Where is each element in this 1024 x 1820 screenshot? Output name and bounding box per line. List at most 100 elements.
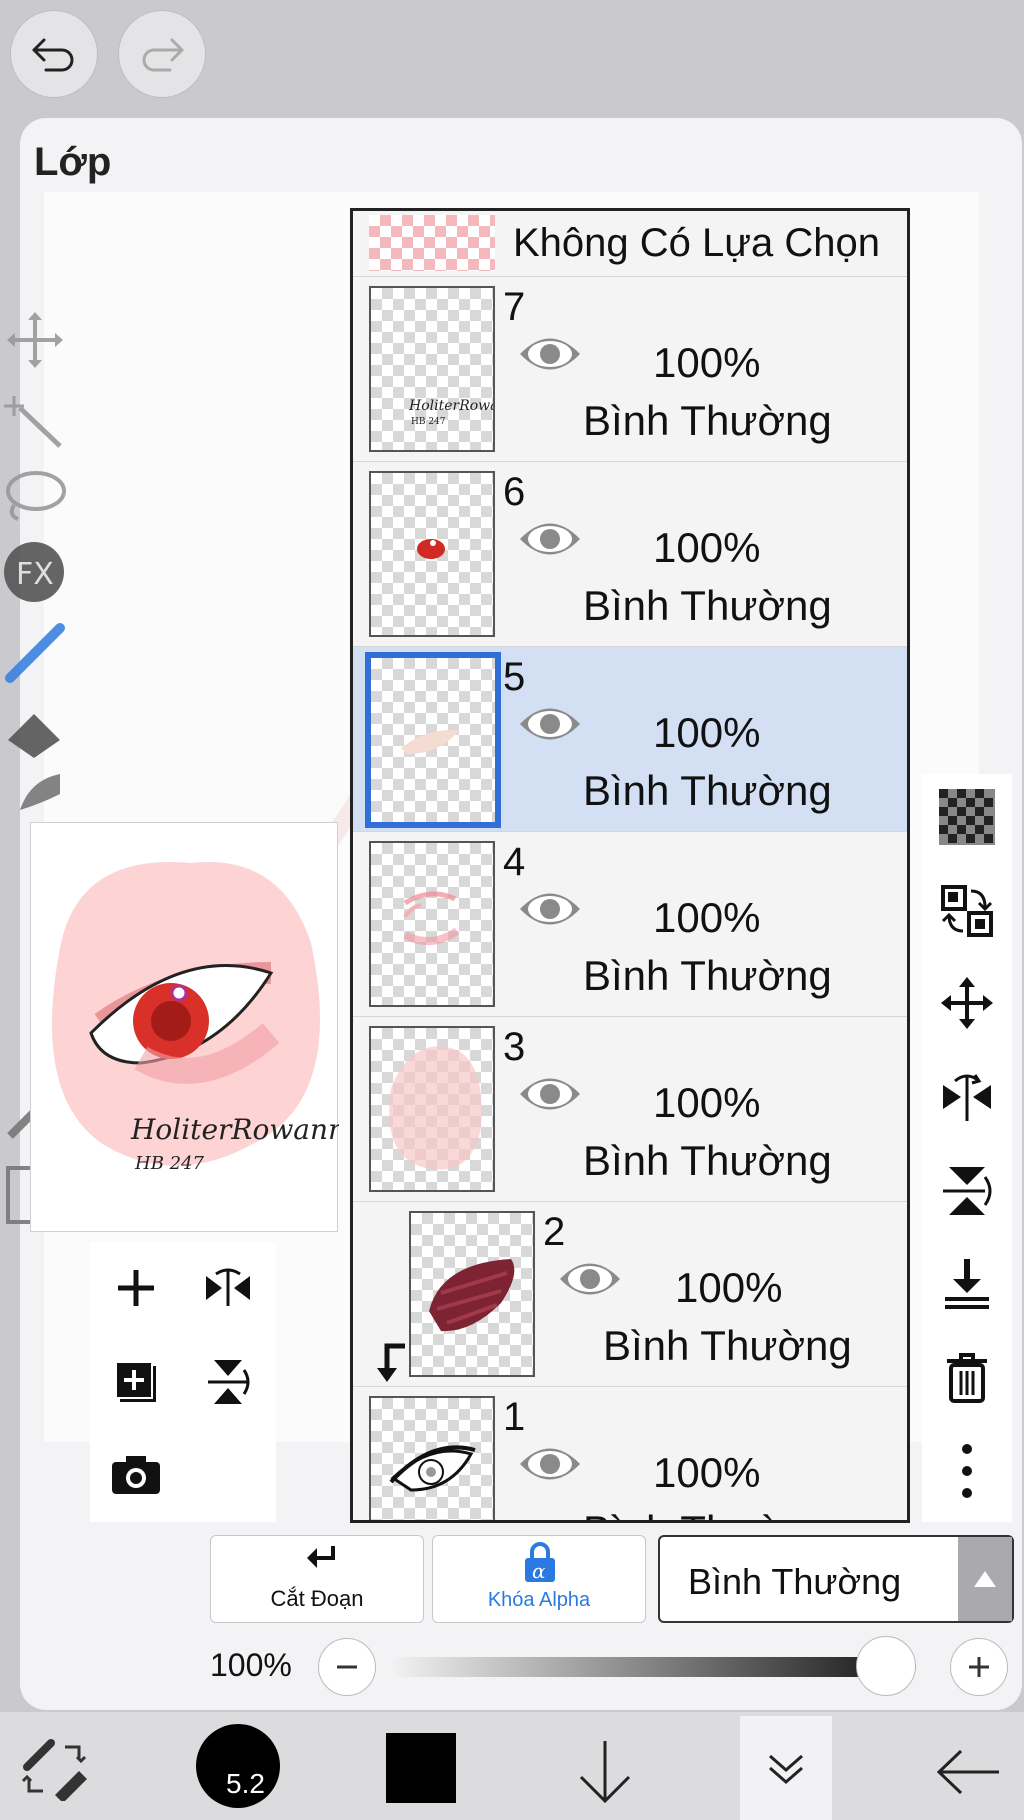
delete-layer-button[interactable] [934, 1344, 1000, 1410]
visibility-toggle[interactable] [517, 331, 583, 382]
lasso-icon[interactable] [0, 465, 70, 525]
brush-tool-icon[interactable] [0, 620, 70, 684]
clipping-label: Cắt Đoạn [270, 1586, 364, 1611]
svg-text:HoliterRowann: HoliterRowann [408, 398, 493, 414]
flip-vertical-button[interactable] [196, 1350, 260, 1414]
alpha-lock-button[interactable]: α Khóa Alpha [432, 1535, 646, 1623]
layer-blend-mode: Bình Thường [583, 1507, 832, 1520]
redo-button[interactable] [118, 10, 206, 98]
more-vertical-icon [962, 1444, 972, 1498]
bottom-toolbar [0, 1712, 1024, 1820]
minus-icon [337, 1665, 357, 1669]
layer-row[interactable]: 3 100% Bình Thường [353, 1017, 907, 1202]
layer-blend-mode: Bình Thường [583, 397, 832, 444]
eye-icon [560, 1263, 620, 1295]
flip-vertical-icon [943, 1167, 992, 1215]
layer-thumbnail[interactable] [369, 471, 495, 637]
clipping-button[interactable]: Cắt Đoạn [210, 1535, 424, 1623]
flip-vertical-icon [208, 1360, 250, 1404]
layers-list[interactable]: Không Có Lựa Chọn HoliterRowann HB 247 7 10… [350, 208, 910, 1523]
eye-icon [520, 338, 580, 370]
layer-number: 7 [503, 285, 526, 329]
layer-down-button[interactable] [570, 1736, 640, 1808]
add-layer-button[interactable] [104, 1256, 168, 1320]
right-toolbar [922, 774, 1012, 1522]
eraser-tool-icon[interactable] [0, 700, 70, 760]
move-layer-button[interactable] [934, 970, 1000, 1036]
layer-blend-mode: Bình Thường [583, 952, 832, 999]
back-button[interactable] [930, 1740, 1006, 1804]
svg-text:HB 247: HB 247 [411, 417, 446, 427]
swap-layers-button[interactable] [934, 878, 1000, 944]
magic-wand-icon[interactable] [0, 390, 70, 450]
opacity-decrease-button[interactable] [318, 1638, 376, 1696]
layer-opacity: 100% [653, 339, 761, 386]
layer-row[interactable]: 1 100% Bình Thường [353, 1387, 907, 1520]
visibility-toggle[interactable] [517, 1441, 583, 1492]
layer-thumbnail[interactable]: HoliterRowann HB 247 [369, 286, 495, 452]
camera-icon [112, 1456, 160, 1494]
flip-horizontal-icon [943, 1074, 991, 1121]
layer-row[interactable]: 4 100% Bình Thường [353, 832, 907, 1017]
eye-icon [520, 1448, 580, 1480]
opacity-label: 100% [210, 1647, 292, 1683]
selection-thumbnail [369, 215, 495, 271]
import-photo-button[interactable] [104, 1442, 168, 1506]
canvas-preview[interactable]: HoliterRowann HB 247 [30, 822, 346, 1232]
visibility-toggle[interactable] [557, 1256, 623, 1307]
layer-opacity: 100% [653, 894, 761, 941]
layer-thumbnail[interactable] [369, 1026, 495, 1192]
checkerboard-icon [939, 789, 995, 845]
redo-icon [142, 38, 184, 72]
swap-icon [941, 885, 993, 937]
move-arrows-icon [941, 977, 993, 1029]
layer-thumbnail[interactable] [369, 1396, 495, 1520]
opacity-increase-button[interactable] [950, 1638, 1008, 1696]
layer-number: 4 [503, 840, 526, 884]
visibility-toggle[interactable] [517, 701, 583, 752]
move-tool-icon[interactable] [0, 310, 70, 370]
tool-switch-button[interactable] [18, 1734, 94, 1804]
layer-blend-mode: Bình Thường [603, 1322, 852, 1369]
blend-mode-select[interactable]: Bình Thường [658, 1535, 1014, 1623]
merge-down-button[interactable] [934, 1250, 1000, 1316]
undo-button[interactable] [10, 10, 98, 98]
visibility-toggle[interactable] [517, 886, 583, 937]
layer-opacity: 100% [675, 1264, 783, 1311]
layer-row[interactable]: HoliterRowann HB 247 7 100% Bình Thường [353, 277, 907, 462]
visibility-toggle[interactable] [517, 516, 583, 567]
layer-thumbnail[interactable] [409, 1211, 535, 1377]
smudge-tool-icon[interactable] [0, 770, 70, 820]
arrow-left-icon [936, 1749, 999, 1795]
layer-number: 1 [503, 1395, 526, 1439]
layer-row[interactable]: 2 100% Bình Thường [353, 1202, 907, 1387]
eye-icon [520, 1078, 580, 1110]
flip-layer-horizontal-button[interactable] [934, 1064, 1000, 1130]
merge-down-icon [945, 1259, 989, 1309]
add-copy-layer-button[interactable] [104, 1350, 168, 1414]
collapse-panel-button[interactable] [740, 1716, 832, 1820]
more-options-button[interactable] [934, 1438, 1000, 1504]
add-copy-icon [115, 1361, 156, 1402]
selection-label: Không Có Lựa Chọn [513, 221, 881, 265]
flip-layer-vertical-button[interactable] [934, 1158, 1000, 1224]
flip-horizontal-button[interactable] [196, 1256, 260, 1320]
flip-horizontal-icon [206, 1268, 250, 1306]
layer-thumbnail[interactable] [369, 841, 495, 1007]
alpha-lock-label: Khóa Alpha [487, 1589, 591, 1611]
fx-icon[interactable]: FX [0, 540, 70, 604]
blend-mode-dropdown-toggle[interactable] [958, 1537, 1012, 1621]
visibility-toggle[interactable] [517, 1071, 583, 1122]
arrow-down-icon [579, 1741, 631, 1804]
layer-opacity: 100% [653, 709, 761, 756]
color-swatch[interactable] [386, 1733, 456, 1803]
layer-row[interactable]: 5 100% Bình Thường [353, 647, 907, 832]
double-chevron-down-icon [769, 1754, 803, 1784]
preview-sub: HB 247 [134, 1153, 205, 1174]
opacity-slider-handle[interactable] [856, 1636, 916, 1696]
selection-layer-row[interactable]: Không Có Lựa Chọn [353, 211, 907, 277]
layer-thumbnail[interactable] [365, 652, 501, 828]
layer-row[interactable]: 6 100% Bình Thường [353, 462, 907, 647]
transparency-button[interactable] [934, 784, 1000, 850]
opacity-slider[interactable] [392, 1657, 916, 1677]
